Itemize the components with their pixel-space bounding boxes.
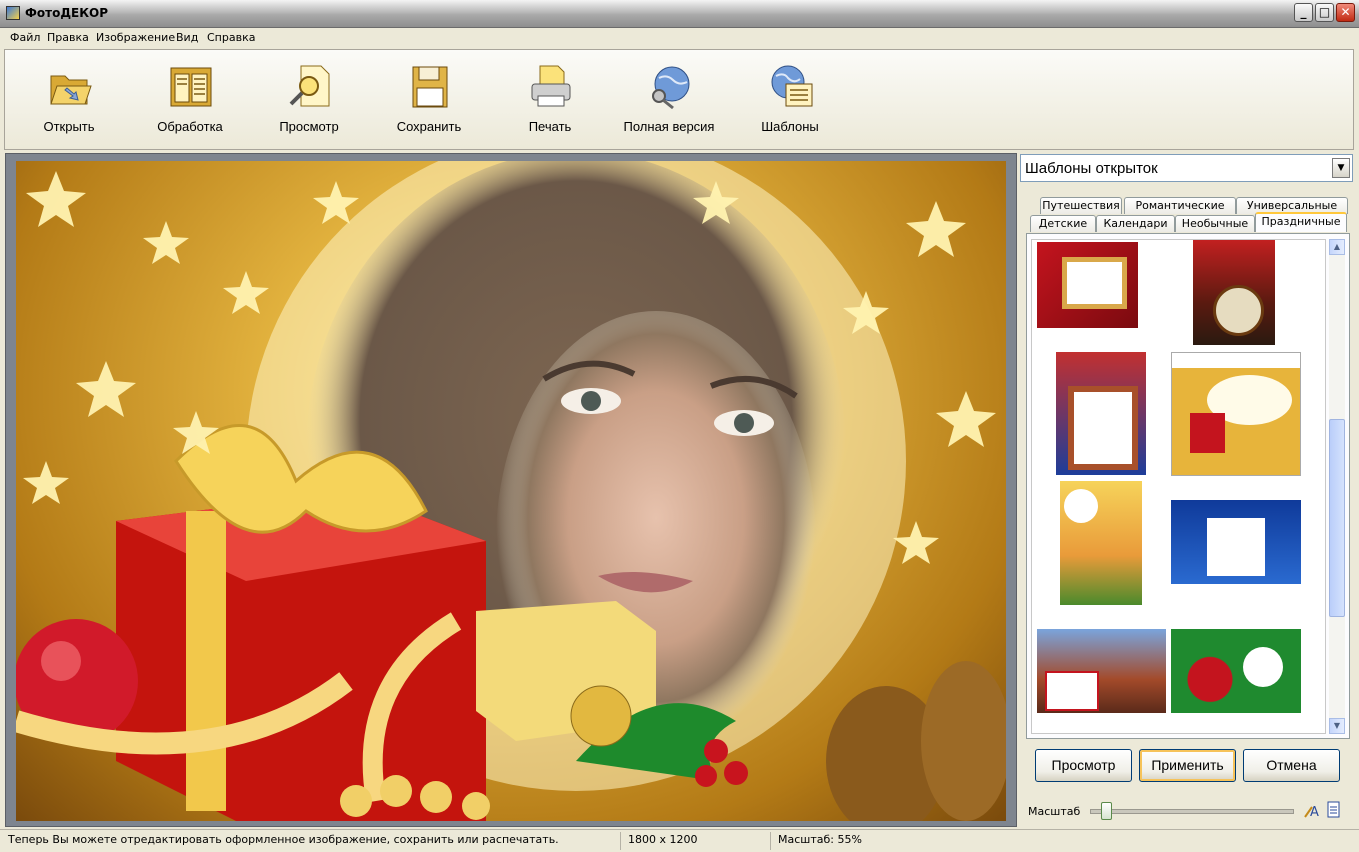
template-thumbnail[interactable]: [1171, 629, 1301, 713]
template-category-select[interactable]: Шаблоны открыток ▼: [1020, 154, 1353, 182]
holiday-frame-image: [16, 161, 1006, 821]
processing-button[interactable]: Обработка: [130, 50, 250, 150]
globe-key-icon: [652, 66, 690, 110]
menu-view[interactable]: Вид: [176, 31, 198, 44]
maximize-button[interactable]: □: [1315, 3, 1334, 22]
zoom-control: Масштаб A: [1020, 795, 1356, 825]
chevron-down-icon[interactable]: ▼: [1332, 158, 1350, 178]
full-version-label: Полная версия: [623, 119, 715, 134]
menu-bar: Файл Правка Изображение Вид Справка: [0, 28, 1359, 48]
holiday-templates-panel: ▲ ▼: [1026, 233, 1350, 739]
zoom-slider-track[interactable]: [1090, 802, 1294, 820]
open-button[interactable]: Открыть: [9, 50, 129, 150]
status-zoom: Масштаб: 55%: [778, 833, 862, 846]
scroll-up-icon[interactable]: ▲: [1329, 239, 1345, 255]
decorated-photo[interactable]: [16, 161, 1006, 821]
fit-text-icon[interactable]: A: [1304, 801, 1322, 819]
menu-help[interactable]: Справка: [207, 31, 255, 44]
templates-panel: Шаблоны открыток ▼ Путешествия Романтиче…: [1020, 153, 1356, 827]
template-thumbnail[interactable]: [1056, 352, 1146, 475]
templates-scrollbar[interactable]: ▲ ▼: [1329, 239, 1345, 734]
processing-label: Обработка: [157, 119, 223, 134]
scroll-down-icon[interactable]: ▼: [1329, 718, 1345, 734]
printer-icon: [531, 65, 571, 107]
template-thumbnail[interactable]: [1060, 481, 1142, 605]
template-category-value: Шаблоны открыток: [1025, 160, 1158, 177]
zoom-slider-knob[interactable]: [1100, 802, 1112, 820]
status-message: Теперь Вы можете отредактировать оформле…: [8, 833, 559, 846]
processing-icon: [170, 67, 212, 107]
tab-romantic[interactable]: Романтические: [1124, 197, 1236, 214]
template-thumbnail[interactable]: [1037, 242, 1138, 328]
template-thumbnail[interactable]: [1171, 352, 1301, 476]
tab-calendars[interactable]: Календари: [1096, 215, 1175, 232]
menu-file[interactable]: Файл: [10, 31, 40, 44]
menu-edit[interactable]: Правка: [47, 31, 89, 44]
print-button[interactable]: Печать: [490, 50, 610, 150]
template-thumbnail[interactable]: [1037, 629, 1166, 713]
status-separator: [770, 832, 771, 850]
preview-magnifier-icon: [289, 65, 330, 107]
full-version-button[interactable]: Полная версия: [609, 50, 729, 150]
save-label: Сохранить: [396, 119, 462, 134]
open-label: Открыть: [43, 119, 95, 134]
image-canvas: [5, 153, 1017, 827]
globe-templates-icon: [771, 65, 813, 107]
apply-template-button[interactable]: Применить: [1139, 749, 1236, 782]
title-bar: ФотоДЕКОР _ □ ✕: [0, 0, 1359, 28]
template-thumbnail[interactable]: [1193, 240, 1275, 345]
scrollbar-thumb[interactable]: [1329, 419, 1345, 617]
minimize-button[interactable]: _: [1294, 3, 1313, 22]
image-dimensions: 1800 x 1200: [628, 833, 698, 846]
status-separator: [620, 832, 621, 850]
status-bar: Теперь Вы можете отредактировать оформле…: [0, 829, 1359, 852]
main-toolbar: Открыть Обработка Просмотр Сохранить Печ…: [4, 49, 1354, 150]
template-thumbnail[interactable]: [1171, 500, 1301, 584]
zoom-label: Масштаб: [1028, 805, 1081, 818]
preview-template-button[interactable]: Просмотр: [1035, 749, 1132, 782]
close-button[interactable]: ✕: [1336, 3, 1355, 22]
fit-page-icon[interactable]: [1326, 801, 1342, 819]
templates-label: Шаблоны: [761, 119, 819, 134]
menu-image[interactable]: Изображение: [96, 31, 175, 44]
folder-open-icon: [50, 75, 92, 105]
tab-holiday[interactable]: Праздничные: [1255, 212, 1347, 232]
tab-unusual[interactable]: Необычные: [1175, 215, 1255, 232]
app-logo-icon: [6, 6, 20, 20]
floppy-disk-icon: [412, 66, 448, 108]
window-title: ФотоДЕКОР: [25, 6, 109, 20]
preview-button[interactable]: Просмотр: [249, 50, 369, 150]
preview-label: Просмотр: [279, 119, 339, 134]
tab-travel[interactable]: Путешествия: [1040, 197, 1122, 214]
print-label: Печать: [528, 119, 572, 134]
cancel-template-button[interactable]: Отмена: [1243, 749, 1340, 782]
save-button[interactable]: Сохранить: [369, 50, 489, 150]
tab-kids[interactable]: Детские: [1030, 215, 1096, 232]
templates-button[interactable]: Шаблоны: [730, 50, 850, 150]
template-thumbnail-list: [1031, 239, 1326, 734]
